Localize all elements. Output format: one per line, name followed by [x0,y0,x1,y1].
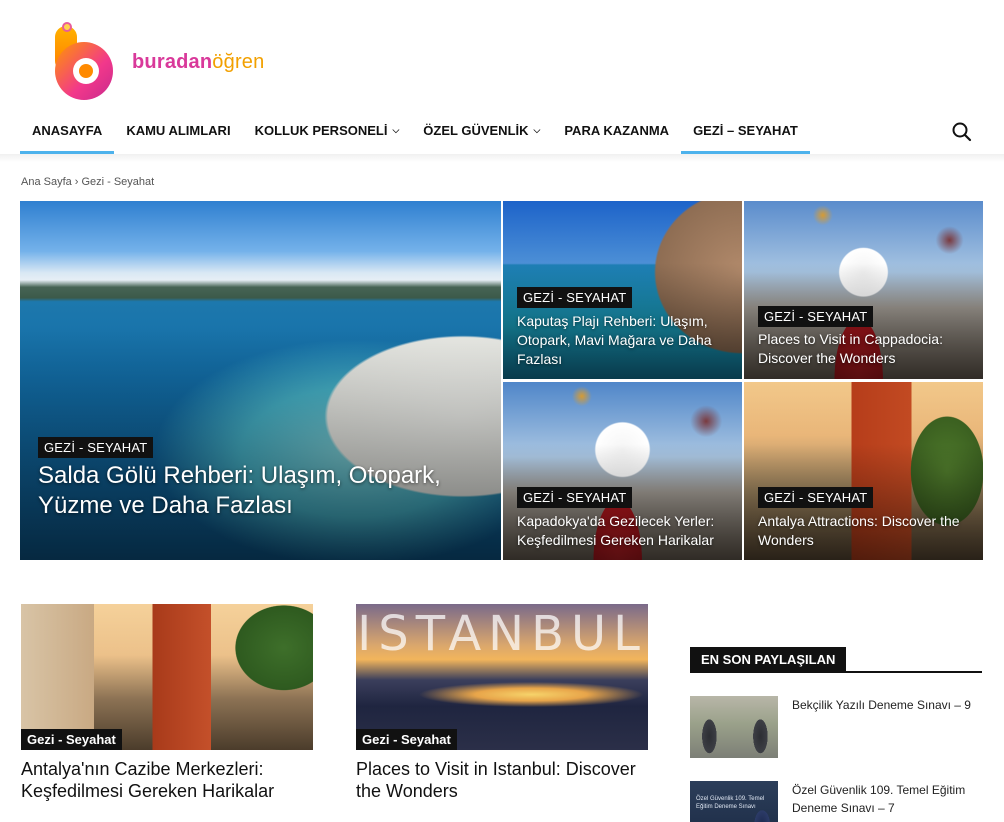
nav-item-label: KAMU ALIMLARI [126,123,231,138]
nav-item-kamu-alimlari[interactable]: KAMU ALIMLARI [114,110,242,154]
breadcrumb: Ana Sayfa › Gezi - Seyahat [21,176,154,188]
post-title[interactable]: Places to Visit in Cappadocia: Discover … [758,330,973,368]
post-card-istanbul[interactable]: ISTANBUL Gezi - Seyahat Places to Visit … [356,604,648,802]
hero-post-kapadokya[interactable]: GEZİ - SEYAHAT Kapadokya'da Gezilecek Ye… [503,382,742,560]
chevron-down-icon: ⌵ [392,125,400,135]
logo-icon [52,22,114,102]
post-title[interactable]: Bekçilik Yazılı Deneme Sınavı – 9 [792,696,971,758]
nav-item-label: PARA KAZANMA [564,123,670,138]
post-title[interactable]: Kaputaş Plajı Rehberi: Ulaşım, Otopark, … [517,312,732,369]
main-nav: ANASAYFA KAMU ALIMLARI KOLLUK PERSONELİ ⌵… [20,110,810,154]
post-thumbnail[interactable]: Gezi - Seyahat [21,604,313,750]
logo-text: buradanöğren [132,51,264,74]
post-title[interactable]: Salda Gölü Rehberi: Ulaşım, Otopark, Yüz… [38,461,478,521]
post-thumbnail[interactable]: Özel Güvenlik 109. Temel Eğitim Deneme S… [690,781,778,822]
latest-post-item[interactable]: Özel Güvenlik 109. Temel Eğitim Deneme S… [690,781,982,822]
logo-text-part2: öğren [212,50,265,73]
post-thumbnail[interactable]: ISTANBUL Gezi - Seyahat [356,604,648,750]
latest-post-item[interactable]: Bekçilik Yazılı Deneme Sınavı – 9 [690,696,982,758]
category-badge[interactable]: GEZİ - SEYAHAT [758,306,874,327]
nav-item-gezi-seyahat[interactable]: GEZİ – SEYAHAT [681,110,810,154]
search-icon [952,122,972,142]
nav-item-label: KOLLUK PERSONELİ [254,123,388,138]
widget-title: EN SON PAYLAŞILAN [690,647,847,673]
post-card-antalya[interactable]: Gezi - Seyahat Antalya'nın Cazibe Merkez… [21,604,313,802]
breadcrumb-home-link[interactable]: Ana Sayfa [21,176,72,188]
nav-item-label: ANASAYFA [32,123,103,138]
category-badge[interactable]: Gezi - Seyahat [356,729,457,750]
nav-item-kolluk-personeli[interactable]: KOLLUK PERSONELİ ⌵ [243,110,412,154]
breadcrumb-current: Gezi - Seyahat [81,176,155,188]
hero-post-kaputas[interactable]: GEZİ - SEYAHAT Kaputaş Plajı Rehberi: Ul… [503,201,742,379]
hero-post-antalya[interactable]: GEZİ - SEYAHAT Antalya Attractions: Disc… [744,382,983,560]
category-badge[interactable]: GEZİ - SEYAHAT [517,487,633,508]
hero-post-cappadocia[interactable]: GEZİ - SEYAHAT Places to Visit in Cappad… [744,201,983,379]
nav-item-para-kazanma[interactable]: PARA KAZANMA [552,110,681,154]
site-logo[interactable]: buradanöğren [52,22,264,102]
image-caption-text: ISTANBUL [357,606,647,662]
category-badge[interactable]: GEZİ - SEYAHAT [38,437,154,458]
post-title[interactable]: Antalya'nın Cazibe Merkezleri: Keşfedilm… [21,758,313,802]
chevron-down-icon: ⌵ [533,125,541,135]
post-thumbnail[interactable] [690,696,778,758]
widget-header: EN SON PAYLAŞILAN [690,647,982,673]
breadcrumb-separator: › [74,176,79,188]
nav-item-anasayfa[interactable]: ANASAYFA [20,110,115,154]
latest-posts-widget: EN SON PAYLAŞILAN Bekçilik Yazılı Deneme… [690,647,982,822]
category-badge[interactable]: Gezi - Seyahat [21,729,122,750]
category-badge[interactable]: GEZİ - SEYAHAT [758,487,874,508]
post-title[interactable]: Kapadokya'da Gezilecek Yerler: Keşfedilm… [517,512,732,550]
category-badge[interactable]: GEZİ - SEYAHAT [517,287,633,308]
post-title[interactable]: Antalya Attractions: Discover the Wonder… [758,512,973,550]
nav-shadow [0,154,1004,162]
hero-main-post[interactable]: GEZİ - SEYAHAT Salda Gölü Rehberi: Ulaşı… [20,201,501,560]
thumbnail-text: Özel Güvenlik 109. Temel Eğitim Deneme S… [696,796,765,810]
nav-item-label: GEZİ – SEYAHAT [693,123,798,138]
nav-item-label: ÖZEL GÜVENLİK [423,123,529,138]
logo-text-part1: buradan [132,50,213,73]
nav-item-ozel-guvenlik[interactable]: ÖZEL GÜVENLİK ⌵ [411,110,552,154]
search-button[interactable] [950,120,974,144]
post-title[interactable]: Özel Güvenlik 109. Temel Eğitim Deneme S… [792,781,982,822]
post-title[interactable]: Places to Visit in Istanbul: Discover th… [356,758,648,802]
